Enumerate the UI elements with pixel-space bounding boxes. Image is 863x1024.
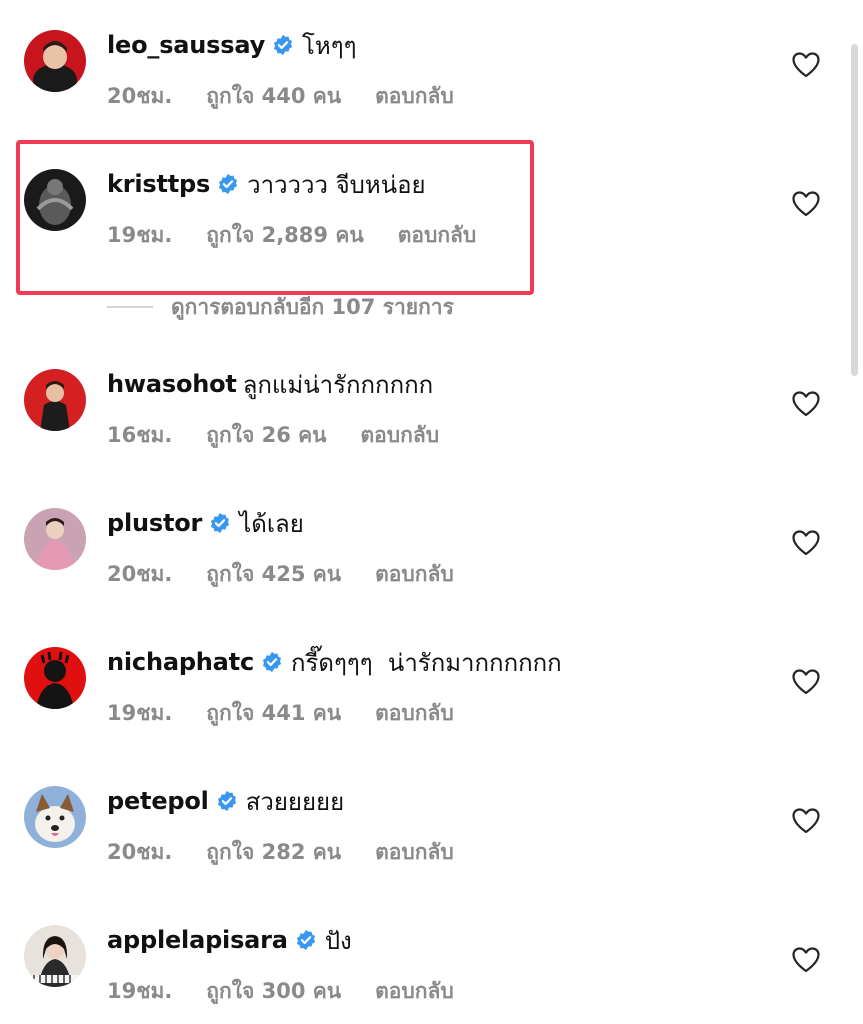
comment-time: 20ชม. <box>107 839 173 864</box>
comment-item: plustor ได้เลย 20ชม. ถูกใจ 425 คน ตอบกลั… <box>0 506 863 596</box>
like-count[interactable]: ถูกใจ 26 คน <box>206 419 326 452</box>
like-count[interactable]: ถูกใจ 441 คน <box>206 697 341 730</box>
like-count[interactable]: ถูกใจ 440 คน <box>206 80 341 113</box>
comment-item: nichaphatc กรี๊ดๆๆๆ น่ารักมากกกกกก 19ชม.… <box>0 645 863 735</box>
reply-button[interactable]: ตอบกลับ <box>375 697 454 730</box>
username[interactable]: hwasohot <box>107 370 237 398</box>
avatar[interactable] <box>24 647 86 709</box>
comment-item: petepol สวยยยยย 20ชม. ถูกใจ 282 คน ตอบกล… <box>0 784 863 874</box>
comment-text: ได้เลย <box>239 509 304 538</box>
divider-line <box>107 306 153 308</box>
username[interactable]: leo_saussay <box>107 31 265 59</box>
reply-button[interactable]: ตอบกลับ <box>361 419 440 452</box>
avatar[interactable] <box>24 169 86 231</box>
verified-badge-icon <box>273 34 293 56</box>
avatar[interactable] <box>24 30 86 92</box>
username[interactable]: petepol <box>107 787 209 815</box>
like-count[interactable]: ถูกใจ 300 คน <box>206 975 341 1008</box>
comment-text: วาวววว จีบหน่อย <box>247 170 426 199</box>
scrollbar[interactable] <box>851 44 858 376</box>
comment-item: hwasohot ลูกแม่น่ารักกกกกก 16ชม. ถูกใจ 2… <box>0 367 863 457</box>
avatar[interactable] <box>24 786 86 848</box>
comment-text: กรี๊ดๆๆๆ น่ารักมากกกกกก <box>290 648 562 677</box>
verified-badge-icon <box>219 173 238 195</box>
avatar[interactable] <box>24 369 86 431</box>
heart-outline-icon[interactable] <box>792 808 820 834</box>
heart-outline-icon[interactable] <box>792 669 820 695</box>
like-count[interactable]: ถูกใจ 425 คน <box>206 558 341 591</box>
comment-item: leo_saussay โหๆๆ 20ชม. ถูกใจ 440 คน ตอบก… <box>0 28 863 118</box>
comment-text: ลูกแม่น่ารักกกกกก <box>242 370 434 399</box>
comment-text: ปัง <box>324 926 352 955</box>
comment-time: 16ชม. <box>107 422 173 447</box>
comment-time: 20ชม. <box>107 83 173 108</box>
verified-badge-icon <box>296 929 315 951</box>
comment-time: 19ชม. <box>107 222 173 247</box>
comment-time: 19ชม. <box>107 978 173 1003</box>
reply-button[interactable]: ตอบกลับ <box>375 975 454 1008</box>
heart-outline-icon[interactable] <box>792 947 820 973</box>
reply-button[interactable]: ตอบกลับ <box>375 836 454 869</box>
view-replies-button[interactable]: ดูการตอบกลับอีก 107 รายการ <box>107 292 454 322</box>
verified-badge-icon <box>217 790 236 812</box>
comment-time: 20ชม. <box>107 561 173 586</box>
username[interactable]: applelapisara <box>107 926 288 954</box>
heart-outline-icon[interactable] <box>792 530 820 556</box>
avatar[interactable] <box>24 508 86 570</box>
username[interactable]: nichaphatc <box>107 648 254 676</box>
reply-button[interactable]: ตอบกลับ <box>398 219 477 252</box>
verified-badge-icon <box>262 651 282 673</box>
comment-item: kristtps วาวววว จีบหน่อย 19ชม. ถูกใจ 2,8… <box>0 167 863 257</box>
comment-text: สวยยยยย <box>245 787 345 816</box>
like-count[interactable]: ถูกใจ 282 คน <box>206 836 341 869</box>
view-replies-label: ดูการตอบกลับอีก 107 รายการ <box>171 294 454 319</box>
heart-outline-icon[interactable] <box>792 191 820 217</box>
avatar[interactable] <box>24 925 86 987</box>
username[interactable]: kristtps <box>107 170 210 198</box>
comment-text: โหๆๆ <box>302 31 357 60</box>
like-count[interactable]: ถูกใจ 2,889 คน <box>206 219 363 252</box>
verified-badge-icon <box>211 512 230 534</box>
heart-outline-icon[interactable] <box>792 391 820 417</box>
reply-button[interactable]: ตอบกลับ <box>375 558 454 591</box>
username[interactable]: plustor <box>107 509 202 537</box>
comment-item: applelapisara ปัง 19ชม. ถูกใจ 300 คน ตอบ… <box>0 923 863 1013</box>
comment-time: 19ชม. <box>107 700 173 725</box>
heart-outline-icon[interactable] <box>792 52 820 78</box>
reply-button[interactable]: ตอบกลับ <box>375 80 454 113</box>
